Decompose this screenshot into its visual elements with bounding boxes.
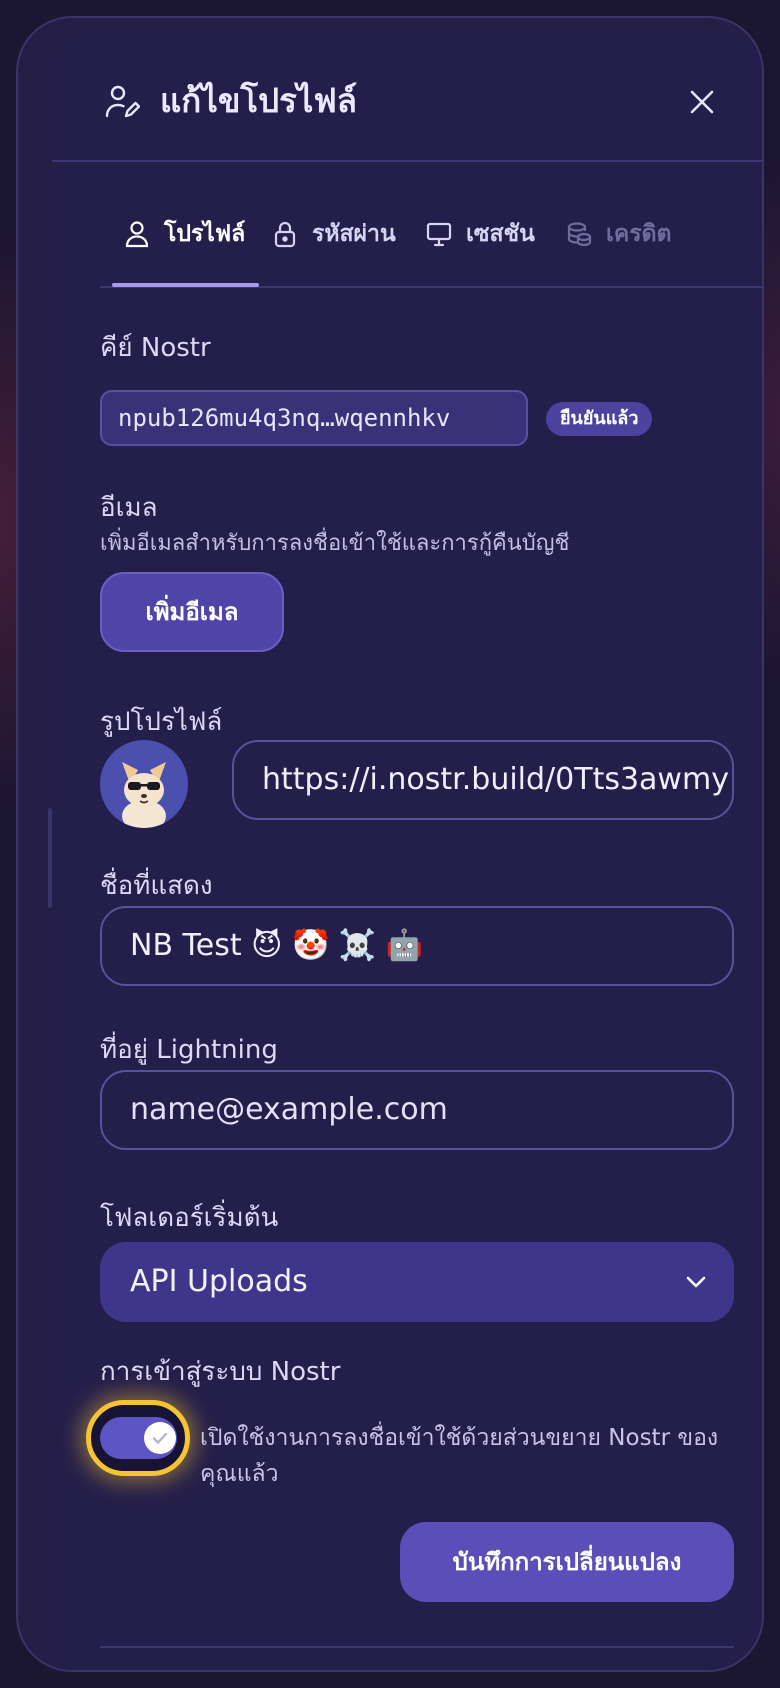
default-folder-value: API Uploads — [130, 1264, 308, 1299]
toggle-track — [100, 1417, 177, 1459]
tab-bar: โปรไฟล์ รหัสผ่าน เซสชัน เครดิต — [100, 216, 762, 288]
nostr-login-label: การเข้าสู่ระบบ Nostr — [100, 1357, 341, 1387]
check-icon — [152, 1432, 168, 1444]
chevron-down-icon — [686, 1276, 706, 1288]
coins-icon — [567, 222, 592, 247]
avatar — [100, 740, 188, 828]
nostr-login-description: เปิดใช้งานการลงชื่อเข้าใช้ด้วยส่วนขยาย N… — [200, 1425, 719, 1487]
profile-picture-url-input[interactable]: https://i.nostr.build/0Tts3awmy — [232, 740, 734, 820]
tab-credits[interactable]: เครดิต — [566, 216, 671, 286]
close-icon[interactable] — [686, 86, 718, 118]
save-changes-button[interactable]: บันทึกการเปลี่ยนแปลง — [400, 1522, 734, 1602]
email-description: เพิ่มอีเมลสำหรับการลงชื่อเข้าใช้และการกู… — [100, 531, 570, 556]
tab-password[interactable]: รหัสผ่าน — [272, 216, 396, 286]
divider — [100, 1646, 734, 1648]
nostr-key-label: คีย์ Nostr — [100, 333, 211, 363]
phone-frame: แก้ไขโปรไฟล์ โปรไฟล์ รหัสผ่าน เซสชัน เคร… — [16, 16, 764, 1672]
add-email-button[interactable]: เพิ่มอีเมล — [100, 572, 284, 652]
toggle-knob — [144, 1422, 176, 1454]
fox-avatar-image — [100, 740, 188, 828]
display-name-input[interactable]: NB Test 😈 🤡 ☠️ 🤖 — [100, 906, 734, 986]
user-icon — [125, 221, 149, 248]
lightning-address-input[interactable]: name@example.com — [100, 1070, 734, 1150]
verified-badge: ยืนยันแล้ว — [546, 402, 653, 436]
edit-profile-modal: แก้ไขโปรไฟล์ โปรไฟล์ รหัสผ่าน เซสชัน เคร… — [52, 32, 762, 1670]
default-folder-label: โฟลเดอร์เริ่มต้น — [100, 1203, 279, 1233]
tab-sessions[interactable]: เซสชัน — [426, 216, 535, 286]
user-edit-icon — [105, 85, 140, 118]
profile-picture-label: รูปโปรไฟล์ — [100, 707, 223, 737]
modal-title: แก้ไขโปรไฟล์ — [160, 81, 357, 120]
monitor-icon — [426, 222, 452, 247]
nostr-key-field[interactable]: npub126mu4q3nq…wqennhkv — [100, 390, 528, 446]
modal-header: แก้ไขโปรไฟล์ — [52, 32, 762, 162]
lightning-address-label: ที่อยู่ Lightning — [100, 1035, 278, 1065]
email-label: อีเมล — [100, 493, 158, 523]
lock-icon — [274, 221, 296, 248]
default-folder-select[interactable]: API Uploads — [100, 1242, 734, 1322]
nostr-login-toggle[interactable] — [86, 1400, 190, 1476]
display-name-label: ชื่อที่แสดง — [100, 871, 213, 901]
tab-profile[interactable]: โปรไฟล์ — [111, 216, 260, 287]
